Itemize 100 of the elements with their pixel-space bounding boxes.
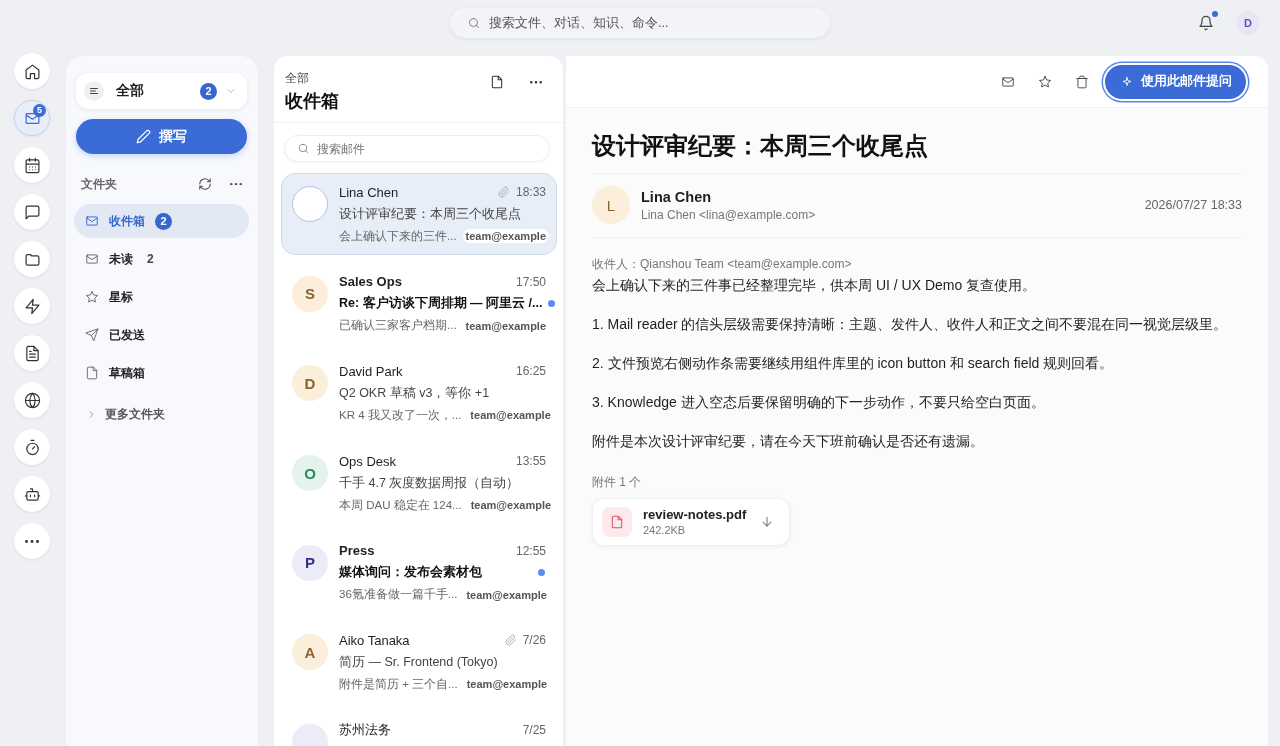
recipient-label: team@example — [465, 677, 549, 692]
folder-item[interactable]: 星标 — [74, 280, 249, 314]
send-icon — [85, 328, 99, 342]
compose-button[interactable]: 撰写 — [76, 119, 247, 154]
ask-about-email-button[interactable]: 使用此邮件提问 — [1105, 64, 1246, 99]
body-paragraph: 附件是本次设计评审纪要，请在今天下班前确认是否还有遗漏。 — [592, 432, 984, 451]
folder-item[interactable]: 已发送 — [74, 318, 249, 352]
time-label: 7/25 — [522, 723, 546, 738]
avatar: A — [292, 634, 328, 671]
calendar-icon — [23, 156, 41, 174]
sender-name: 苏州法务 — [339, 721, 392, 740]
body-paragraph: 2. 文件预览右侧动作条需要继续用组件库里的 icon button 和 search field 规则回看。 — [592, 354, 1114, 373]
recipient-label: team@example — [469, 498, 553, 513]
folder-item[interactable]: 未读 2 — [74, 242, 249, 276]
recipient-label: team@example — [464, 318, 548, 333]
global-search-field[interactable]: 搜索文件、对话、知识、命令... — [450, 8, 830, 38]
file-name: review-notes.pdf — [643, 506, 748, 523]
sender-name: Sales Ops — [339, 274, 403, 290]
robot-icon — [23, 485, 41, 503]
subject-text: Q2 OKR 草稿 v3，等你 +1 — [339, 384, 491, 402]
date-label: 2026/07/27 18:33 — [1144, 198, 1242, 212]
sender-name: Aiko Tanaka — [339, 632, 411, 648]
nav-button[interactable] — [14, 476, 50, 512]
nav-button[interactable] — [14, 429, 50, 465]
section-label: 文件夹 — [81, 175, 118, 193]
mail-item[interactable]: O Ops Desk 13:55 千手 4.7 灰度数据周报（自动） 本周 DAU 稳定在 124... team@example — [281, 442, 557, 525]
globe-icon — [23, 391, 41, 409]
lightning-icon — [23, 297, 41, 315]
mail-icon[interactable] — [1001, 74, 1015, 89]
preview-text: 会上确认下来的三件... — [339, 228, 457, 244]
sender-name: David Park — [339, 363, 404, 379]
nav-button[interactable] — [14, 194, 50, 230]
avatar-placeholder-icon — [292, 186, 328, 222]
mail-item[interactable]: P Press 12:55 媒体询问：发布会素材包 36氪准备做一篇千手... team@example — [281, 531, 557, 614]
user-avatar[interactable]: D — [1236, 11, 1260, 35]
recipients-text: 收件人：Qianshou Team <team@example.com> — [592, 256, 852, 272]
sender-name: Lina Chen — [339, 184, 400, 200]
email-subject: 设计评审纪要：本周三个收尾点 — [592, 131, 928, 161]
star-icon — [85, 290, 99, 304]
more-icon[interactable] — [530, 81, 542, 84]
preview-text: KR 4 我又改了一次，... — [339, 407, 462, 423]
nav-button[interactable] — [14, 335, 50, 371]
pencil-icon — [136, 129, 151, 144]
mail-item[interactable]: A Aiko Tanaka 7/26 简历 — Sr. Frontend (Tokyo) 附件是简历 + 三个自... team@example — [281, 621, 557, 704]
more-folders-toggle[interactable]: 更多文件夹 — [76, 402, 175, 426]
body-paragraph: 会上确认下来的三件事已经整理完毕，供本周 UI / UX Demo 复查使用。 — [592, 276, 1037, 295]
time-label: 13:55 — [515, 454, 546, 469]
file-icon[interactable] — [490, 75, 504, 89]
download-icon[interactable] — [760, 515, 774, 529]
time-label: 12:55 — [515, 543, 546, 558]
body-paragraph: 1. Mail reader 的信头层级需要保持清晰：主题、发件人、收件人和正文之间不要混在同一视觉层级里。 — [592, 315, 1228, 334]
chat-bubble-icon — [23, 203, 41, 221]
nav-button[interactable] — [14, 53, 50, 89]
sender-name: Press — [339, 543, 376, 559]
subject-text: Re: 客户访谈下周排期 — 阿里云 /... — [339, 295, 543, 313]
nav-button[interactable] — [14, 288, 50, 324]
nav-button[interactable] — [14, 382, 50, 418]
trash-icon[interactable] — [1075, 74, 1089, 89]
search-icon — [298, 143, 309, 154]
document-icon — [23, 344, 41, 362]
mail-icon — [85, 252, 99, 266]
home-icon — [23, 62, 41, 80]
preview-text: 附件是简历 + 三个自... — [339, 676, 458, 692]
time-label: 16:25 — [515, 364, 546, 379]
body-paragraph: 3. Knowledge 进入空态后要保留明确的下一步动作，不要只给空白页面。 — [592, 393, 1045, 412]
mail-item[interactable]: 苏州法务 7/25 — [281, 711, 557, 746]
subject-text: 设计评审纪要：本周三个收尾点 — [339, 205, 522, 223]
avatar: O — [292, 455, 328, 492]
file-size: 242.2KB — [643, 523, 687, 538]
time-label: 7/26 — [522, 633, 546, 648]
attachment-card[interactable]: review-notes.pdf 242.2KB — [592, 498, 790, 546]
nav-button[interactable] — [14, 147, 50, 183]
folder-item[interactable]: 草稿箱 — [74, 356, 249, 390]
sender-name: Lina Chen — [641, 187, 713, 206]
nav-button[interactable]: 5 — [14, 100, 50, 136]
nav-button[interactable] — [14, 241, 50, 277]
file-icon — [602, 507, 632, 537]
recipient-label: team@example — [469, 408, 552, 423]
mail-item[interactable]: D David Park 16:25 Q2 OKR 草稿 v3，等你 +1 KR 4 我又改了一次，... team@example — [281, 352, 557, 435]
attachments-label: 附件 1 个 — [592, 474, 642, 490]
refresh-icon[interactable] — [198, 177, 212, 191]
avatar: D — [292, 365, 328, 402]
more-icon[interactable] — [230, 182, 242, 186]
avatar: P — [292, 544, 328, 581]
mail-search-field[interactable]: 搜索邮件 — [284, 135, 550, 162]
folder-title: 收件箱 — [285, 90, 340, 113]
folder-item[interactable]: 收件箱 2 — [74, 204, 249, 238]
avatar: L — [592, 186, 630, 224]
sparkle-icon — [1121, 75, 1133, 88]
mail-item[interactable]: Lina Chen 18:33 设计评审纪要：本周三个收尾点 会上确认下来的三件... team@example — [281, 173, 557, 255]
mail-item[interactable]: S Sales Ops 17:50 Re: 客户访谈下周排期 — 阿里云 /... 已确认三家客户档期... team@example — [281, 262, 557, 345]
preview-text: 已确认三家客户档期... — [339, 318, 457, 334]
preview-text: 36氪准备做一篇千手... — [339, 587, 458, 603]
count-badge: 5 — [33, 104, 46, 117]
time-label: 18:33 — [515, 185, 546, 199]
avatar: S — [292, 275, 328, 312]
star-icon[interactable] — [1038, 74, 1052, 89]
search-icon — [468, 17, 480, 29]
scope-dropdown[interactable]: 全部 2 — [76, 73, 247, 109]
scope-label: 全部 — [285, 70, 310, 86]
